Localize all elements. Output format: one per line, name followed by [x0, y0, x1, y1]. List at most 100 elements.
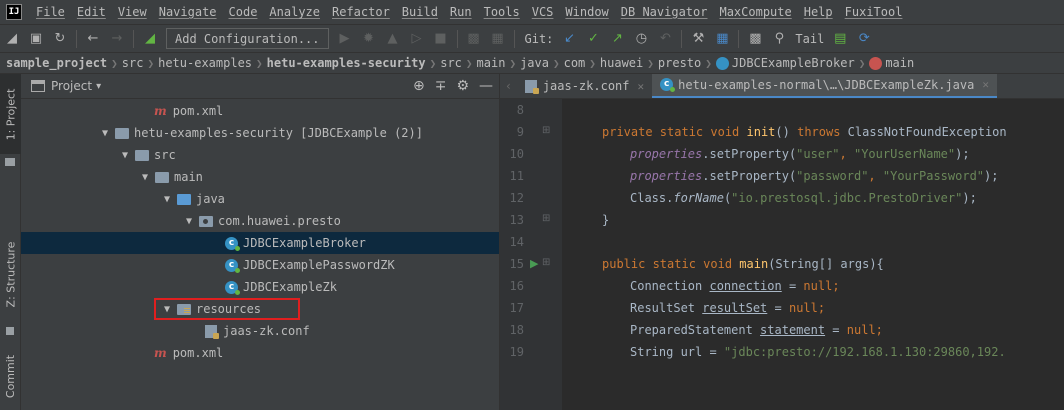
- menu-vcs[interactable]: VCS: [526, 5, 560, 19]
- history-icon[interactable]: ◷: [630, 28, 652, 50]
- tree-item[interactable]: ▼ main: [21, 166, 499, 188]
- open-folder-icon[interactable]: ◢: [1, 28, 23, 50]
- project-structure-icon[interactable]: ▦: [711, 28, 733, 50]
- expand-arrow-icon[interactable]: ▼: [183, 216, 195, 227]
- layout-icon[interactable]: ▦: [487, 28, 509, 50]
- tool-tab-commit[interactable]: Commit: [0, 342, 21, 410]
- menu-navigate[interactable]: Navigate: [153, 5, 223, 19]
- string-literal: "YourPassword": [882, 169, 985, 183]
- editor-tab-jdbcexamplezk[interactable]: c hetu-examples-normal\…\JDBCExampleZk.j…: [652, 74, 997, 98]
- tail-chart-icon[interactable]: ▤: [829, 28, 851, 50]
- build-hammer-icon[interactable]: ◢: [139, 28, 161, 50]
- coverage-icon[interactable]: ▲: [382, 28, 404, 50]
- fold-marker-icon[interactable]: ⊞: [542, 257, 550, 268]
- code-token: =: [781, 279, 804, 293]
- breadcrumb-item[interactable]: src: [122, 56, 144, 70]
- tree-item[interactable]: ▼ com.huawei.presto: [21, 210, 499, 232]
- breadcrumb-item[interactable]: huawei: [600, 56, 643, 70]
- java-class-icon: c: [225, 280, 240, 295]
- breadcrumb-item[interactable]: hetu-examples-security: [267, 56, 426, 70]
- breadcrumb-item[interactable]: main: [885, 56, 914, 70]
- collapse-all-icon[interactable]: ∓: [435, 78, 447, 94]
- profile-icon[interactable]: ▷: [406, 28, 428, 50]
- tree-item[interactable]: c JDBCExampleZk: [21, 276, 499, 298]
- config-file-icon: [205, 324, 219, 339]
- code-area[interactable]: private static void init() throws ClassN…: [562, 99, 1064, 410]
- menu-edit[interactable]: Edit: [71, 5, 112, 19]
- expand-arrow-icon[interactable]: ▼: [99, 128, 111, 139]
- breadcrumb-item[interactable]: main: [477, 56, 506, 70]
- tree-item-label: JDBCExampleZk: [243, 280, 337, 294]
- git-commit-icon[interactable]: ✓: [582, 28, 604, 50]
- toolbar-separator: [513, 29, 515, 48]
- menu-fuxitool[interactable]: FuxiTool: [839, 5, 909, 19]
- refresh-icon[interactable]: ⟳: [853, 28, 875, 50]
- tail-button[interactable]: Tail: [795, 32, 824, 46]
- tab-scroll-left-icon[interactable]: ‹: [506, 79, 511, 93]
- menu-tools[interactable]: Tools: [478, 5, 526, 19]
- fold-marker-icon[interactable]: ⊞: [542, 213, 550, 224]
- run-gutter-icon[interactable]: ▶: [530, 257, 538, 270]
- gear-icon[interactable]: ⚙: [456, 78, 469, 94]
- rollback-icon[interactable]: ↶: [654, 28, 676, 50]
- menu-maxcompute[interactable]: MaxCompute: [713, 5, 797, 19]
- breadcrumb-item[interactable]: com: [564, 56, 586, 70]
- debug-icon[interactable]: ✹: [358, 28, 380, 50]
- menu-run[interactable]: Run: [444, 5, 478, 19]
- code-token: Connection: [630, 279, 710, 293]
- save-all-icon[interactable]: ▣: [25, 28, 47, 50]
- keyword: private static void: [602, 125, 747, 139]
- editor-tab-jaas-zk-conf[interactable]: jaas-zk.conf ✕: [517, 74, 652, 98]
- project-view-selector[interactable]: Project: [51, 79, 92, 93]
- sync-icon[interactable]: ↻: [49, 28, 71, 50]
- git-update-icon[interactable]: ↙: [558, 28, 580, 50]
- tree-item[interactable]: ▼ java: [21, 188, 499, 210]
- expand-arrow-icon[interactable]: ▼: [161, 194, 173, 205]
- tree-item[interactable]: jaas-zk.conf: [21, 320, 499, 342]
- tree-item[interactable]: ▼ hetu-examples-security [JDBCExample (2…: [21, 122, 499, 144]
- run-configuration-selector[interactable]: Add Configuration...: [166, 28, 329, 49]
- tree-item[interactable]: ▼ src: [21, 144, 499, 166]
- run-icon[interactable]: ▶: [334, 28, 356, 50]
- menu-analyze[interactable]: Analyze: [263, 5, 326, 19]
- close-tab-icon[interactable]: ✕: [638, 80, 645, 93]
- expand-arrow-icon[interactable]: ▼: [119, 150, 131, 161]
- tree-item[interactable]: m pom.xml: [21, 100, 499, 122]
- tree-item[interactable]: m pom.xml: [21, 342, 499, 364]
- dropdown-arrow-icon[interactable]: ▾: [96, 81, 101, 92]
- breadcrumb-item[interactable]: presto: [658, 56, 701, 70]
- expand-arrow-icon[interactable]: ▼: [139, 172, 151, 183]
- forward-arrow-icon[interactable]: →: [106, 28, 128, 50]
- terminal-icon[interactable]: ▩: [744, 28, 766, 50]
- fold-marker-icon[interactable]: ⊞: [542, 125, 550, 136]
- tool-tab-project[interactable]: 1: Project: [0, 74, 21, 154]
- breadcrumb-item[interactable]: src: [440, 56, 462, 70]
- tree-item-selected[interactable]: c JDBCExampleBroker: [21, 232, 499, 254]
- menu-window[interactable]: Window: [559, 5, 614, 19]
- menu-view[interactable]: View: [112, 5, 153, 19]
- stop-icon[interactable]: ■: [430, 28, 452, 50]
- breadcrumb-item[interactable]: hetu-examples: [158, 56, 252, 70]
- breadcrumb-item[interactable]: java: [520, 56, 549, 70]
- menu-file[interactable]: File: [30, 5, 71, 19]
- field-name: properties: [630, 169, 703, 183]
- locate-target-icon[interactable]: ⊕: [413, 78, 425, 94]
- menu-refactor[interactable]: Refactor: [326, 5, 396, 19]
- menu-code[interactable]: Code: [223, 5, 264, 19]
- breadcrumb-item[interactable]: sample_project: [6, 56, 107, 70]
- menu-build[interactable]: Build: [396, 5, 444, 19]
- menu-db-navigator[interactable]: DB Navigator: [615, 5, 714, 19]
- settings-wrench-icon[interactable]: ⚒: [687, 28, 709, 50]
- frame-icon[interactable]: ▩: [463, 28, 485, 50]
- hide-panel-icon[interactable]: —: [479, 78, 493, 94]
- code-token: );: [984, 169, 999, 183]
- tree-item[interactable]: c JDBCExamplePasswordZK: [21, 254, 499, 276]
- git-push-icon[interactable]: ↗: [606, 28, 628, 50]
- code-token: =: [825, 323, 847, 337]
- close-tab-icon[interactable]: ✕: [982, 78, 989, 91]
- menu-help[interactable]: Help: [798, 5, 839, 19]
- search-icon[interactable]: ⚲: [768, 28, 790, 50]
- breadcrumb-item[interactable]: JDBCExampleBroker: [732, 56, 855, 70]
- tool-tab-structure[interactable]: Z: Structure: [0, 224, 21, 324]
- back-arrow-icon[interactable]: ←: [82, 28, 104, 50]
